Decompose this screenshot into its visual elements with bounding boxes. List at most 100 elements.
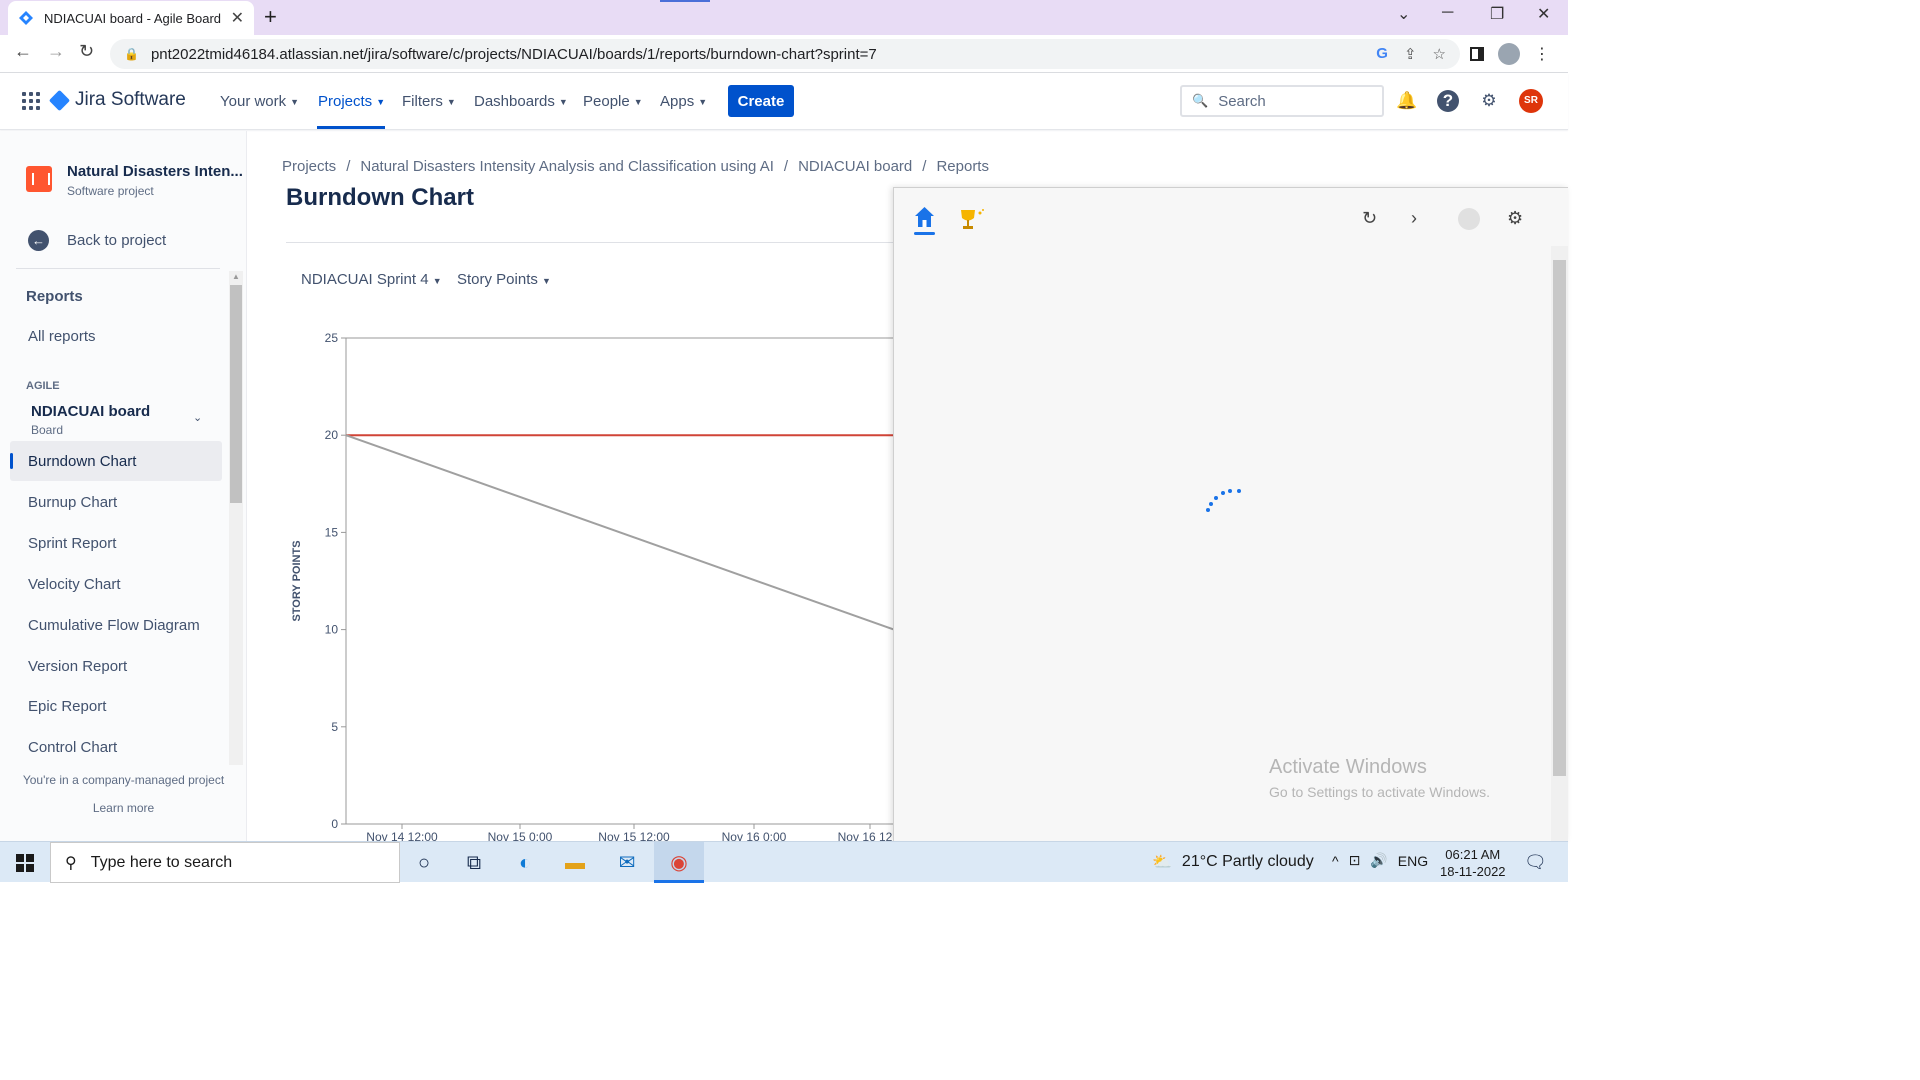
browser-tab[interactable]: NDIACUAI board - Agile Board - ✕ bbox=[8, 1, 254, 35]
cortana-icon[interactable]: ○ bbox=[411, 850, 437, 876]
task-view-icon[interactable]: ⧉ bbox=[461, 850, 487, 876]
mail-icon[interactable]: ✉ bbox=[614, 850, 640, 876]
nav-dashboards[interactable]: Dashboards ▼ bbox=[474, 93, 568, 110]
jira-logo[interactable]: Jira Software bbox=[48, 89, 186, 111]
nav-projects-label: Projects bbox=[318, 93, 373, 110]
trophy-icon[interactable] bbox=[957, 208, 987, 232]
close-tab-icon[interactable]: ✕ bbox=[231, 8, 244, 28]
project-type: Software project bbox=[67, 184, 154, 198]
panel-user-icon[interactable] bbox=[1458, 208, 1480, 230]
side-panel-icon[interactable] bbox=[1470, 47, 1484, 61]
nav-active-indicator bbox=[317, 126, 385, 129]
chrome-browser-icon[interactable]: ◉ bbox=[666, 850, 692, 876]
create-button[interactable]: Create bbox=[728, 85, 794, 117]
sidebar-item-burnup-chart[interactable]: Burnup Chart bbox=[28, 494, 117, 511]
sidebar-item-cumulative-flow[interactable]: Cumulative Flow Diagram bbox=[28, 617, 200, 634]
language-indicator[interactable]: ENG bbox=[1398, 853, 1428, 869]
panel-scroll-thumb[interactable] bbox=[1553, 260, 1566, 776]
project-name[interactable]: Natural Disasters Inten... bbox=[67, 163, 243, 180]
sidebar-item-velocity-chart[interactable]: Velocity Chart bbox=[28, 576, 121, 593]
scroll-up-icon[interactable]: ▲ bbox=[232, 272, 240, 281]
address-bar[interactable]: 🔒 pnt2022tmid46184.atlassian.net/jira/so… bbox=[110, 39, 1460, 69]
sidebar-item-control-chart[interactable]: Control Chart bbox=[28, 739, 117, 756]
close-window-button[interactable]: ✕ bbox=[1537, 4, 1550, 24]
share-icon[interactable]: ⇪ bbox=[1404, 45, 1417, 63]
app-switcher-icon[interactable] bbox=[22, 92, 40, 110]
google-lens-icon[interactable]: G bbox=[1376, 45, 1388, 63]
breadcrumb-project[interactable]: Natural Disasters Intensity Analysis and… bbox=[360, 158, 774, 175]
minimize-button[interactable]: ─ bbox=[1442, 4, 1453, 22]
network-icon[interactable]: ⊡ bbox=[1349, 852, 1361, 869]
nav-apps[interactable]: Apps ▼ bbox=[660, 93, 707, 110]
breadcrumb-projects[interactable]: Projects bbox=[282, 158, 336, 175]
back-to-project-link[interactable]: ← Back to project bbox=[28, 230, 166, 251]
notifications-bell-icon[interactable]: 🔔 bbox=[1396, 90, 1418, 112]
forward-arrow-icon[interactable]: → bbox=[47, 41, 65, 62]
notification-center-icon[interactable]: 🗨 bbox=[1524, 852, 1547, 873]
help-icon[interactable]: ? bbox=[1437, 90, 1459, 112]
weather-widget[interactable]: ⛅ 21°C Partly cloudy bbox=[1152, 852, 1314, 872]
chevron-up-icon[interactable]: ^ bbox=[1332, 853, 1339, 869]
learn-more-link[interactable]: Learn more bbox=[0, 801, 247, 815]
nav-projects[interactable]: Projects ▼ bbox=[318, 93, 385, 110]
nav-apps-label: Apps bbox=[660, 93, 695, 110]
page-title: Burndown Chart bbox=[286, 184, 474, 211]
url-text: pnt2022tmid46184.atlassian.net/jira/soft… bbox=[150, 45, 877, 63]
search-input[interactable]: 🔍 Search bbox=[1180, 85, 1384, 117]
y-axis-title: STORY POINTS bbox=[291, 540, 303, 621]
nav-people[interactable]: People ▼ bbox=[583, 93, 643, 110]
sidebar-item-burndown-chart[interactable]: Burndown Chart bbox=[28, 453, 136, 470]
chevron-down-icon: ▼ bbox=[290, 96, 300, 107]
settings-gear-icon[interactable]: ⚙ bbox=[1478, 90, 1500, 112]
sprint-dropdown[interactable]: NDIACUAI Sprint 4 ▼ bbox=[301, 271, 442, 288]
panel-scrollbar[interactable] bbox=[1551, 246, 1568, 842]
panel-settings-icon[interactable]: ⚙ bbox=[1507, 208, 1523, 229]
browser-tab-title: NDIACUAI board - Agile Board - bbox=[44, 10, 225, 26]
sidebar-item-version-report[interactable]: Version Report bbox=[28, 658, 127, 675]
sidebar-scroll-thumb[interactable] bbox=[230, 285, 242, 503]
sidebar-item-sprint-report[interactable]: Sprint Report bbox=[28, 535, 116, 552]
reload-icon[interactable]: ↻ bbox=[79, 41, 94, 62]
sidebar-divider bbox=[16, 268, 220, 269]
system-tray: ^ ⊡ 🔊 ENG bbox=[1332, 852, 1428, 869]
taskbar-search-input[interactable]: ⚲ Type here to search bbox=[50, 842, 400, 883]
y-tick-label: 10 bbox=[325, 623, 339, 637]
loading-spinner bbox=[1206, 489, 1241, 512]
windows-taskbar: ⚲ Type here to search ○ ⧉ ◐ ▬ ✉ ◉ ⛅ 21°C… bbox=[0, 841, 1568, 883]
product-name: Jira Software bbox=[75, 89, 186, 110]
home-icon[interactable] bbox=[914, 206, 935, 228]
breadcrumb: Projects / Natural Disasters Intensity Ana… bbox=[282, 158, 989, 175]
file-explorer-icon[interactable]: ▬ bbox=[562, 850, 588, 876]
jira-diamond-icon bbox=[48, 89, 71, 111]
volume-icon[interactable]: 🔊 bbox=[1370, 852, 1387, 869]
sidebar-scrollbar[interactable]: ▲ bbox=[229, 271, 243, 765]
sidebar-item-all-reports[interactable]: All reports bbox=[28, 328, 96, 345]
jira-top-navigation: Jira Software Your work ▼ Projects ▼ Filte… bbox=[0, 73, 1568, 130]
x-tick-label: Nov 14 12:00 bbox=[366, 830, 438, 841]
taskbar-active-indicator bbox=[654, 880, 704, 883]
restore-button[interactable]: ❐ bbox=[1490, 4, 1504, 24]
chevron-down-icon: ▼ bbox=[633, 96, 643, 107]
breadcrumb-reports[interactable]: Reports bbox=[936, 158, 989, 175]
chevron-down-icon[interactable]: ⌄ bbox=[193, 411, 202, 424]
chevron-right-icon[interactable]: › bbox=[1411, 208, 1417, 229]
taskbar-clock[interactable]: 06:21 AM 18-11-2022 bbox=[1440, 846, 1506, 880]
browser-menu-icon[interactable]: ⋮ bbox=[1534, 44, 1550, 64]
windows-start-icon[interactable] bbox=[16, 854, 34, 872]
chevron-down-icon: ▼ bbox=[558, 96, 568, 107]
profile-avatar-icon[interactable] bbox=[1498, 43, 1520, 65]
nav-your-work[interactable]: Your work ▼ bbox=[220, 93, 299, 110]
user-avatar[interactable]: SR bbox=[1519, 89, 1543, 113]
refresh-icon[interactable]: ↻ bbox=[1362, 208, 1377, 229]
nav-filters[interactable]: Filters ▼ bbox=[402, 93, 456, 110]
bookmark-star-icon[interactable]: ☆ bbox=[1433, 45, 1446, 63]
tab-search-icon[interactable]: ⌄ bbox=[1397, 4, 1410, 24]
back-arrow-icon[interactable]: ← bbox=[14, 41, 32, 62]
guideline-line bbox=[345, 434, 894, 631]
edge-browser-icon[interactable]: ◐ bbox=[512, 850, 538, 876]
new-tab-button[interactable]: + bbox=[264, 4, 277, 30]
sidebar-item-epic-report[interactable]: Epic Report bbox=[28, 698, 106, 715]
breadcrumb-board[interactable]: NDIACUAI board bbox=[798, 158, 912, 175]
board-name[interactable]: NDIACUAI board bbox=[31, 403, 150, 420]
estimate-dropdown[interactable]: Story Points ▼ bbox=[457, 271, 551, 288]
